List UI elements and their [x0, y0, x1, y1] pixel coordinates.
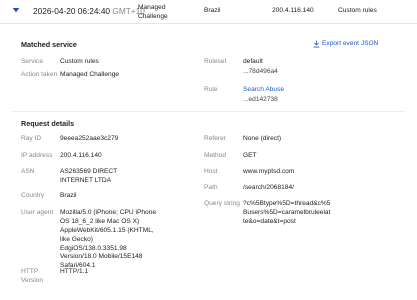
- ray-id-value: 9eeea252aae3c279: [60, 135, 119, 142]
- country-value: Brazil: [60, 192, 77, 199]
- user-agent-label: User agent: [21, 209, 54, 216]
- path-value: /search/2068184/: [243, 184, 294, 191]
- ruleset-id: ...78d496a4: [243, 68, 278, 75]
- event-action: Managed Challenge: [138, 4, 168, 20]
- method-value: GET: [243, 152, 257, 159]
- export-event-json-label: Export event JSON: [322, 40, 379, 47]
- service-value: Custom rules: [60, 58, 99, 65]
- referer-label: Referer: [204, 135, 226, 142]
- event-timestamp-value: 2026-04-20 06:24:40: [33, 6, 111, 16]
- ruleset-label: Ruleset: [204, 58, 227, 65]
- event-country: Brazil: [204, 7, 221, 14]
- action-taken-label: Action taken: [21, 71, 58, 78]
- export-event-json-link[interactable]: Export event JSON: [313, 40, 379, 49]
- event-timestamp: 2026-04-20 06:24:40 GMT+10: [33, 6, 145, 17]
- host-value: www.myptsd.com: [243, 168, 295, 175]
- ruleset-value: default: [243, 58, 263, 65]
- matched-service-heading: Matched service: [21, 40, 77, 49]
- chevron-down-icon[interactable]: [12, 6, 20, 14]
- query-string-label: Query string: [204, 200, 240, 207]
- ray-id-label: Ray ID: [21, 135, 42, 142]
- country-label: Country: [21, 192, 45, 199]
- path-label: Path: [204, 184, 218, 191]
- method-label: Method: [204, 152, 226, 159]
- event-ip: 200.4.116.140: [272, 7, 314, 14]
- http-version-value: HTTP/1.1: [60, 268, 89, 275]
- query-string-value: ?c%5Btype%5D=thread&c%5Busers%5D=caramel…: [243, 200, 331, 225]
- user-agent-value: Mozilla/5.0 (iPhone; CPU iPhone OS 18_6_…: [60, 209, 157, 270]
- ip-address-value: 200.4.116.140: [60, 152, 102, 159]
- asn-label: ASN: [21, 168, 35, 175]
- referer-value: None (direct): [243, 135, 282, 142]
- ip-address-label: IP address: [21, 152, 53, 159]
- section-divider: [12, 111, 405, 112]
- request-details-heading: Request details: [21, 119, 75, 128]
- download-icon: [313, 40, 320, 48]
- rule-id: ...ed142738: [243, 96, 278, 103]
- http-version-label: HTTP Version: [21, 268, 43, 284]
- rule-label: Rule: [204, 86, 218, 93]
- event-service: Custom rules: [338, 7, 377, 14]
- asn-value: AS263569 DIRECT INTERNET LTDA: [60, 168, 118, 184]
- host-label: Host: [204, 168, 218, 175]
- action-taken-value: Managed Challenge: [60, 71, 120, 78]
- rule-link[interactable]: Search Abuse: [243, 86, 284, 95]
- event-row[interactable]: 2026-04-20 06:24:40 GMT+10 Managed Chall…: [0, 0, 417, 24]
- service-label: Service: [21, 58, 43, 65]
